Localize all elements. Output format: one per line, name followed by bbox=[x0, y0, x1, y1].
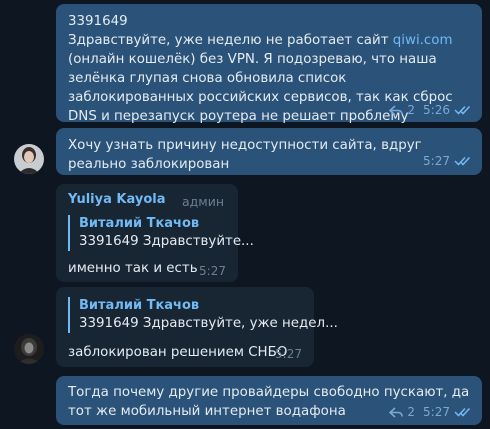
message-meta: 5:27 bbox=[423, 154, 472, 168]
message-time: 5:27 bbox=[275, 347, 302, 361]
message-time: 5:27 bbox=[423, 154, 450, 168]
message-meta: 5:27 bbox=[199, 264, 226, 278]
message-time: 5:26 bbox=[423, 103, 450, 117]
avatar-image bbox=[14, 334, 44, 364]
message-time: 5:27 bbox=[199, 264, 226, 278]
avatar-image bbox=[14, 144, 44, 174]
message-bubble-incoming[interactable]: Yuliya Kayola админ Виталий Ткачов 33916… bbox=[56, 184, 254, 282]
double-check-icon bbox=[454, 407, 471, 417]
message-text: Хочу узнать причину недоступности сайта,… bbox=[68, 138, 422, 172]
user-avatar[interactable] bbox=[14, 334, 44, 364]
reply-arrow-icon[interactable] bbox=[389, 104, 404, 116]
reply-count[interactable]: 2 bbox=[407, 103, 415, 117]
double-check-icon bbox=[454, 105, 471, 115]
user-avatar[interactable] bbox=[14, 144, 44, 174]
message-bubble-outgoing[interactable]: 3391649 Здравствуйте, уже неделю не рабо… bbox=[56, 4, 482, 124]
message-bubble-outgoing[interactable]: Тогда почему другие провайдеры свободно … bbox=[56, 376, 482, 425]
reply-quote[interactable]: Виталий Ткачов 3391649 Здравствуйте... bbox=[68, 215, 254, 251]
reply-arrow-icon[interactable] bbox=[389, 406, 404, 418]
message-time: 5:27 bbox=[423, 405, 450, 419]
reply-quote[interactable]: Виталий Ткачов 3391649 Здравствуйте, уже… bbox=[68, 297, 338, 333]
quote-text: 3391649 Здравствуйте, уже недел... bbox=[79, 316, 338, 331]
message-link[interactable]: qiwi.com bbox=[393, 33, 453, 48]
admin-badge: админ bbox=[181, 194, 224, 209]
quote-text: 3391649 Здравствуйте... bbox=[79, 234, 254, 249]
message-bubble-outgoing[interactable]: Хочу узнать причину недоступности сайта,… bbox=[56, 128, 482, 175]
message-meta: 2 5:26 bbox=[389, 103, 472, 117]
quote-author: Виталий Ткачов bbox=[79, 298, 200, 313]
reply-count[interactable]: 2 bbox=[407, 405, 415, 419]
double-check-icon bbox=[454, 156, 471, 166]
message-text: заблокирован решением СНБО bbox=[68, 345, 288, 360]
message-bubble-incoming[interactable]: Виталий Ткачов 3391649 Здравствуйте, уже… bbox=[56, 287, 338, 367]
message-meta: 2 5:27 bbox=[389, 405, 472, 419]
message-meta: 5:27 bbox=[275, 347, 302, 361]
quote-author: Виталий Ткачов bbox=[79, 216, 200, 231]
